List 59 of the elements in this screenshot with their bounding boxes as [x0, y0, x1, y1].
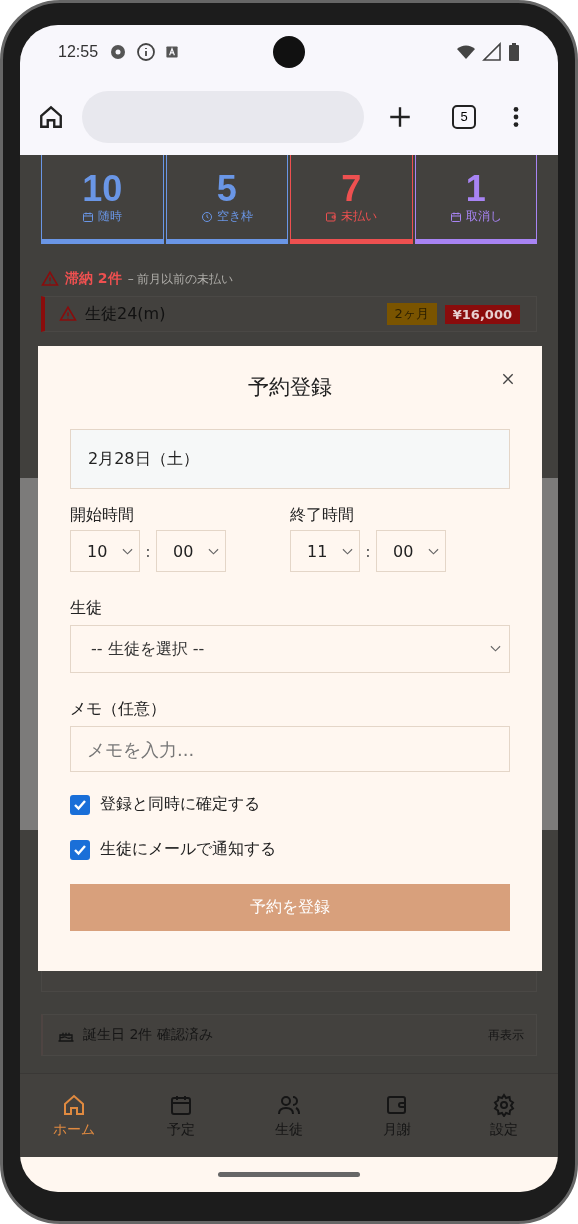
chevron-down-icon — [428, 548, 439, 556]
chevron-down-icon — [490, 645, 501, 653]
checkbox[interactable] — [70, 794, 90, 815]
stat-card[interactable]: 5 空き枠 — [165, 155, 288, 244]
stat-value: 7 — [341, 168, 362, 209]
checkbox-label: 登録と同時に確定する — [100, 794, 260, 815]
text-icon — [164, 43, 181, 60]
checkbox-label: 生徒にメールで通知する — [100, 839, 276, 860]
settings-icon — [492, 1092, 517, 1117]
hour-select[interactable]: 10 — [70, 530, 140, 572]
months-badge: 2ヶ月 — [386, 303, 437, 325]
time-separator: : — [364, 541, 372, 561]
nav-tab[interactable]: ホーム — [20, 1092, 128, 1139]
stat-label: 取消し — [465, 208, 502, 226]
dialog-title: 予約登録 — [248, 374, 332, 401]
warning-icon — [41, 270, 59, 288]
home-icon[interactable] — [38, 103, 64, 130]
chevron-down-icon — [342, 548, 353, 556]
stat-card[interactable]: 10 随時 — [41, 155, 164, 244]
chevron-down-icon — [208, 548, 219, 556]
gesture-handle[interactable] — [218, 1172, 360, 1177]
close-icon[interactable] — [500, 371, 516, 387]
amount-badge: ¥16,000 — [444, 304, 520, 324]
stat-card[interactable]: 7 未払い — [290, 155, 413, 244]
stat-label: 未払い — [341, 208, 378, 226]
info-icon — [136, 41, 157, 62]
field-label: メモ（任意） — [70, 699, 167, 720]
overdue-title: 滞納 2件 — [65, 270, 122, 288]
home-icon — [61, 1092, 86, 1117]
chevron-down-icon — [122, 548, 133, 556]
stat-value: 5 — [216, 168, 237, 209]
battery-icon — [508, 41, 520, 62]
checkbox[interactable] — [70, 839, 90, 860]
time-separator: : — [144, 541, 152, 561]
tab-count-button[interactable]: 5 — [452, 104, 476, 129]
stat-label: 随時 — [98, 208, 123, 226]
student-select[interactable]: -- 生徒を選択 -- — [70, 625, 510, 673]
status-time: 12:55 — [58, 42, 99, 61]
date-field[interactable]: 2月28日（土） — [70, 429, 510, 489]
memo-field[interactable]: メモを入力... — [70, 726, 510, 772]
warning-icon — [59, 305, 77, 323]
submit-button[interactable]: 予約を登録 — [70, 884, 510, 931]
stat-card[interactable]: 1 取消し — [414, 155, 537, 244]
calendar-icon — [82, 210, 95, 223]
hour-select[interactable]: 11 — [290, 530, 360, 572]
stat-value: 1 — [465, 168, 486, 209]
minute-select[interactable]: 00 — [376, 530, 446, 572]
clock-icon — [200, 210, 213, 223]
field-label: 終了時間 — [290, 505, 355, 526]
field-label: 開始時間 — [70, 505, 135, 526]
overdue-note: – 前月以前の未払い — [127, 270, 234, 288]
wallet-icon — [325, 210, 338, 223]
field-label: 生徒 — [70, 598, 103, 619]
minute-select[interactable]: 00 — [156, 530, 226, 572]
stat-value: 10 — [82, 168, 123, 209]
camera-hole — [273, 36, 305, 68]
signal-icon — [482, 41, 502, 62]
calendar-icon — [449, 210, 462, 223]
stat-label: 空き枠 — [216, 208, 253, 226]
